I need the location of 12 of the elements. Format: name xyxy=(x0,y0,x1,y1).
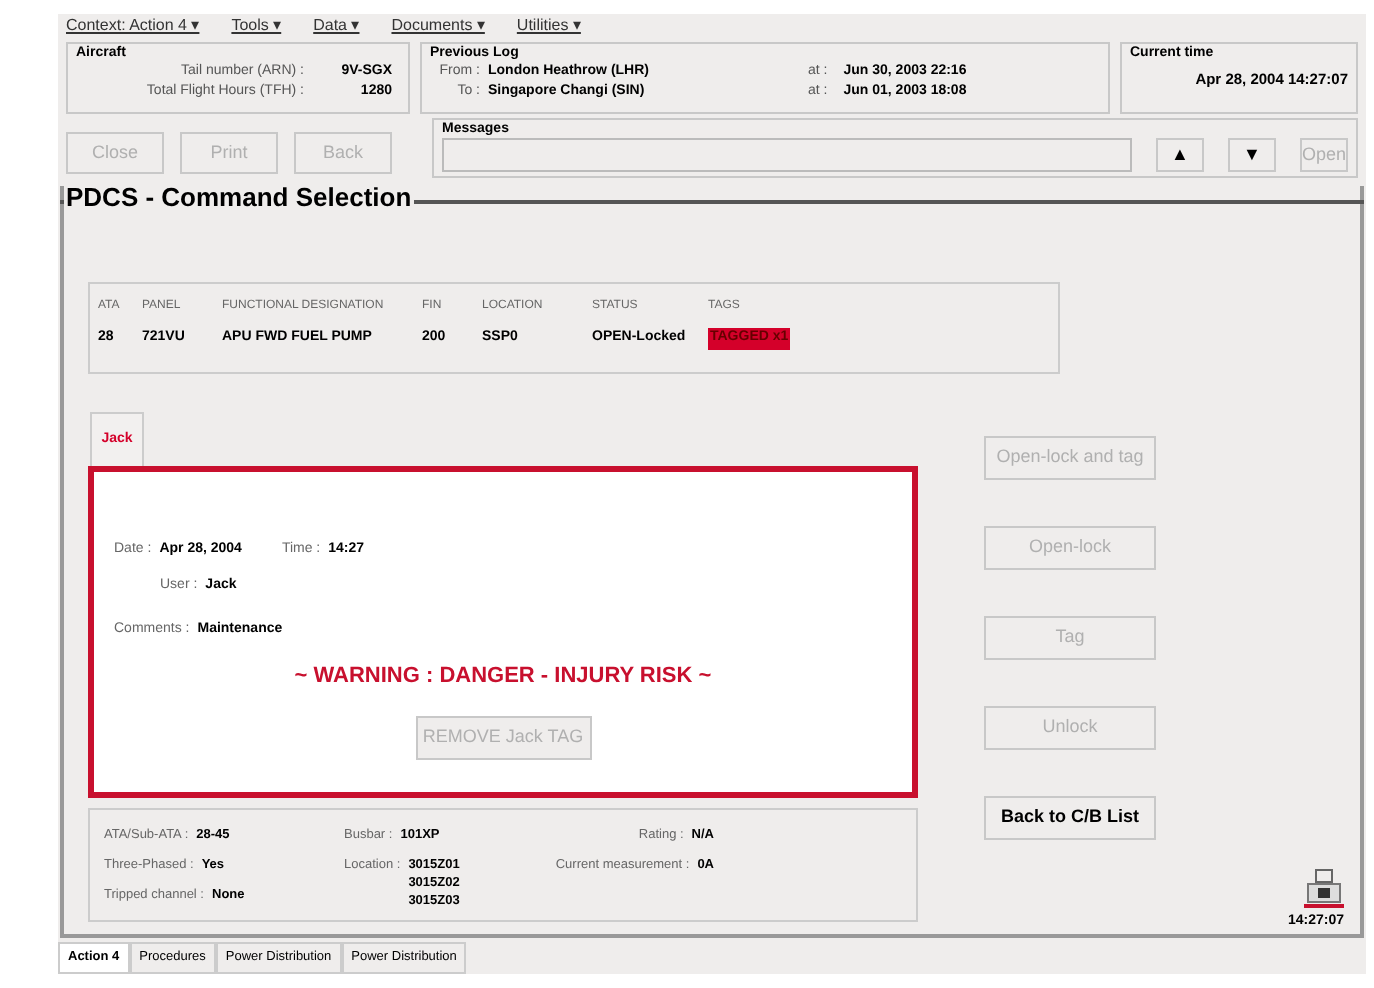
warning-text: ~ WARNING : DANGER - INJURY RISK ~ xyxy=(292,661,714,691)
menu-item[interactable]: Tools ▾ xyxy=(231,14,282,38)
computer-icon xyxy=(1304,867,1344,911)
panel-title: PDCS - Command Selection xyxy=(64,186,414,210)
menu-item[interactable]: Data ▾ xyxy=(313,14,360,38)
button[interactable]: ▼ xyxy=(1228,138,1276,172)
menu-item[interactable]: Documents ▾ xyxy=(391,14,485,38)
button[interactable]: Back to C/B List xyxy=(984,796,1156,840)
menu-item[interactable]: Utilities ▾ xyxy=(516,14,581,38)
menu-item[interactable]: Context: Action 4 ▾ xyxy=(66,14,200,38)
messages-field[interactable] xyxy=(442,138,1132,172)
button[interactable]: ▲ xyxy=(1156,138,1204,172)
